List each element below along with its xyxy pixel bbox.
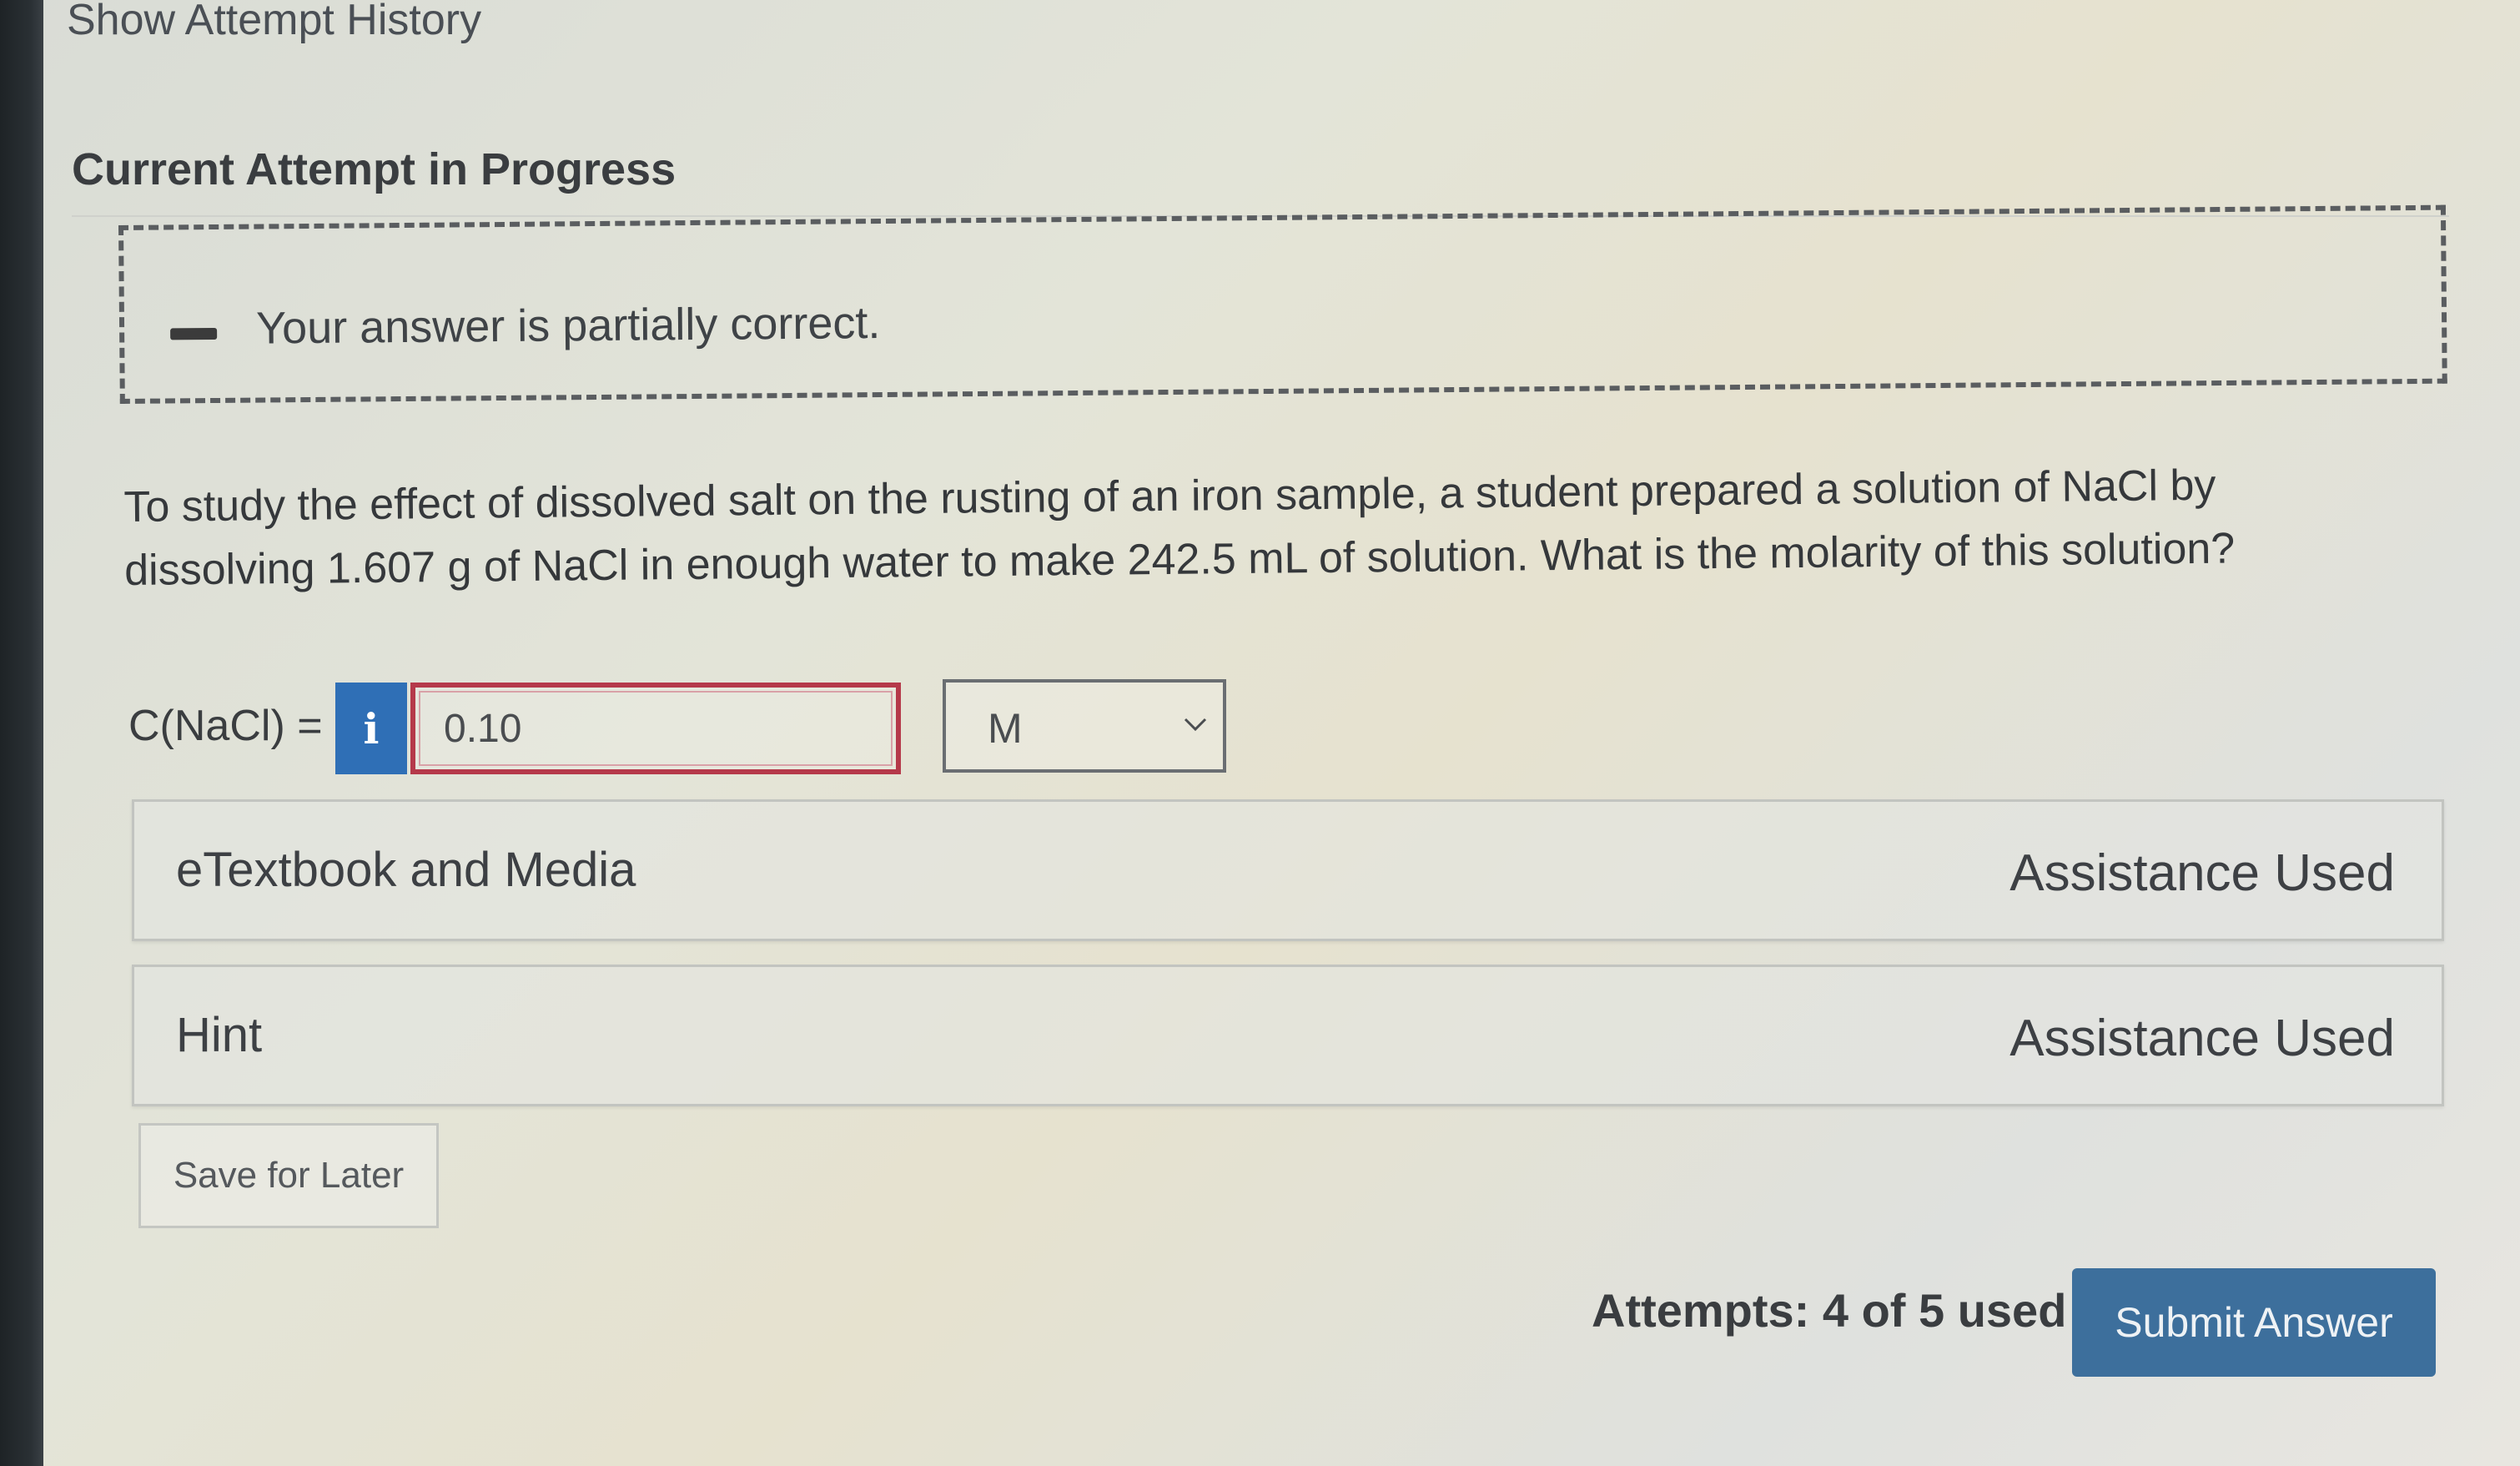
info-glyph: i: [363, 703, 380, 753]
section-title: Current Attempt in Progress: [72, 144, 677, 194]
unit-select[interactable]: M: [943, 679, 1226, 773]
etextbook-media-panel[interactable]: eTextbook and Media Assistance Used: [132, 799, 2444, 941]
hint-panel[interactable]: Hint Assistance Used: [132, 965, 2444, 1106]
assistance-status: Assistance Used: [2009, 1010, 2395, 1067]
answer-input[interactable]: [410, 683, 901, 774]
save-for-later-button[interactable]: Save for Later: [138, 1123, 439, 1228]
feedback-box: Your answer is partially correct.: [118, 204, 2447, 404]
question-text: To study the effect of dissolved salt on…: [123, 461, 2236, 595]
chevron-down-icon: [1184, 718, 1207, 732]
show-attempt-history-link[interactable]: Show Attempt History: [67, 0, 481, 45]
panel-title: eTextbook and Media: [176, 843, 636, 897]
unit-selected-value: M: [988, 705, 1023, 752]
partial-correct-icon: [170, 327, 218, 340]
left-edge-bezel: [0, 0, 43, 1466]
answer-row: C(NaCl) = i M: [125, 676, 1293, 776]
panel-title: Hint: [176, 1008, 263, 1062]
info-icon[interactable]: i: [335, 683, 407, 774]
feedback-text: Your answer is partially correct.: [255, 298, 881, 354]
assistance-status: Assistance Used: [2009, 844, 2395, 902]
answer-label: C(NaCl) =: [128, 702, 323, 750]
attempts-counter: Attempts: 4 of 5 used: [1592, 1284, 2067, 1337]
submit-answer-button[interactable]: Submit Answer: [2072, 1268, 2436, 1377]
